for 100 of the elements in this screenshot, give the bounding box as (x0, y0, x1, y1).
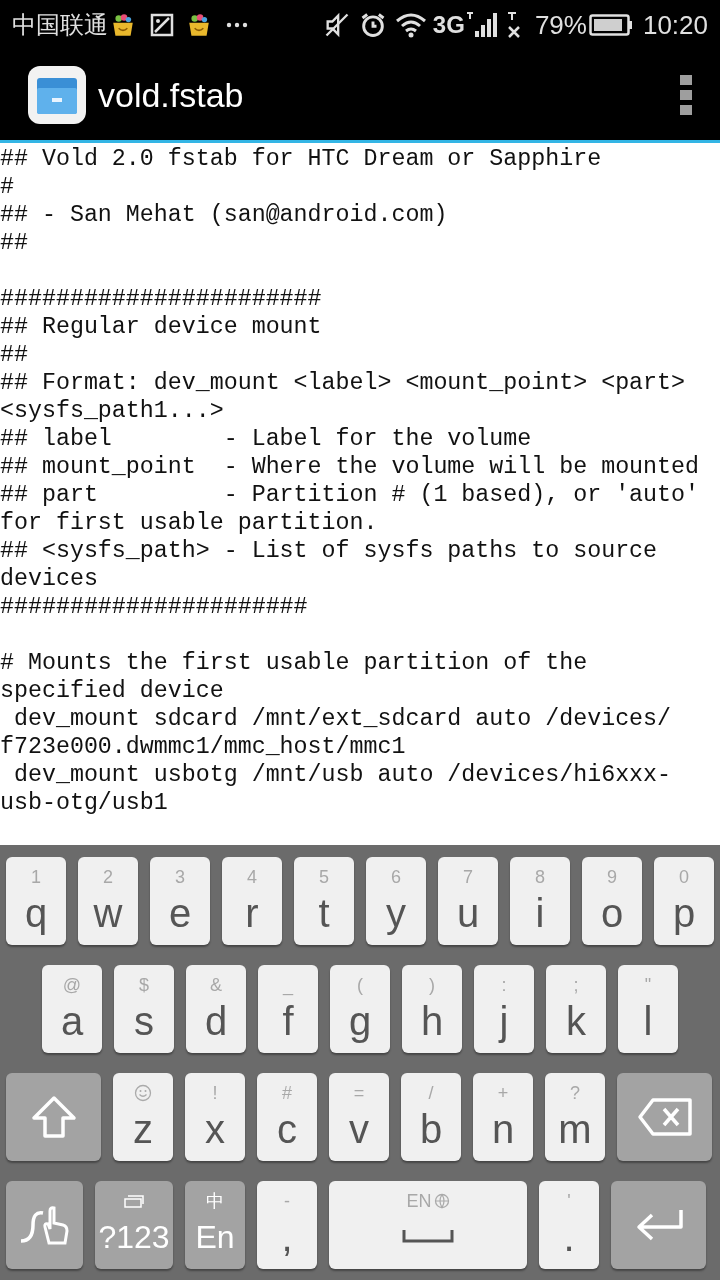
keyboard-key[interactable]: @ a (42, 965, 102, 1053)
key-label: z (133, 1107, 153, 1151)
key-label: i (535, 891, 545, 935)
text-line: ## mount_point - Where the volume will be mounted (0, 453, 700, 481)
key-label: x (205, 1107, 225, 1151)
file-title: vold.fstab (98, 74, 244, 116)
clock-time: 10:20 (642, 8, 708, 42)
text-line: # (0, 173, 14, 201)
space-bar-icon (402, 1229, 454, 1243)
swipe-hand-icon (18, 1203, 71, 1247)
key-hint: 8 (535, 867, 545, 887)
key-label: s (134, 999, 154, 1043)
wifi-icon (394, 12, 427, 38)
battery-percent: 79% (534, 8, 587, 42)
keyboard-key[interactable]: 9 o (582, 857, 642, 945)
keyboard-key[interactable]: 2 w (78, 857, 138, 945)
signal-icon (464, 11, 497, 39)
key-hint: ) (429, 975, 435, 995)
key-hint: 5 (319, 867, 329, 887)
keyboard-key[interactable]: ! x (185, 1073, 245, 1161)
key-label: p (672, 891, 696, 935)
keyboard-key[interactable]: ? m (545, 1073, 605, 1161)
text-line: usb-otg/usb1 (0, 789, 168, 817)
key-hint: 3 (175, 867, 185, 887)
key-label: n (491, 1107, 515, 1151)
key-label: a (60, 999, 84, 1043)
shift-key[interactable] (6, 1073, 101, 1161)
key-hint: & (210, 975, 222, 995)
key-label: u (456, 891, 480, 935)
shift-icon (29, 1095, 78, 1139)
key-hint: EN (406, 1191, 432, 1211)
keyboard-key[interactable]: _ f (258, 965, 318, 1053)
keyboard-key[interactable]: 3 e (150, 857, 210, 945)
key-label: f (282, 999, 294, 1043)
keyboard-key[interactable]: ; k (546, 965, 606, 1053)
key-label: m (558, 1107, 592, 1151)
key-label: y (386, 891, 406, 935)
keyboard-key[interactable]: # c (257, 1073, 317, 1161)
keyboard-key[interactable]: 1 q (6, 857, 66, 945)
text-line: ## Regular device mount (0, 313, 322, 341)
text-line: ## (0, 229, 28, 257)
keyboard-key[interactable]: 5 t (294, 857, 354, 945)
keyboard-key[interactable]: / b (401, 1073, 461, 1161)
key-label: l (643, 999, 653, 1043)
key-label: r (245, 891, 259, 935)
key-hint: @ (62, 975, 82, 995)
text-line: ## - San Mehat (san@android.com) (0, 201, 448, 229)
shopping-bag-icon (186, 12, 212, 38)
key-hint: $ (139, 975, 149, 995)
key-hint: " (644, 975, 652, 995)
text-editor[interactable] (0, 143, 720, 845)
key-label: , (281, 1215, 293, 1259)
keyboard-key[interactable]: z (113, 1073, 173, 1161)
keyboard-key[interactable]: + n (473, 1073, 533, 1161)
key-label: q (24, 891, 48, 935)
keyboard-key[interactable]: ' . (539, 1181, 599, 1269)
text-line: specified device (0, 677, 224, 705)
key-label: t (318, 891, 330, 935)
keyboard-key[interactable]: ) h (402, 965, 462, 1053)
keyboard-key[interactable]: ( g (330, 965, 390, 1053)
text-line: dev_mount sdcard /mnt/ext_sdcard auto /devices/ (12, 705, 672, 733)
key-label: b (419, 1107, 443, 1151)
keyboard-key[interactable]: 8 i (510, 857, 570, 945)
key-hint: ? (570, 1083, 580, 1103)
backspace-key[interactable] (617, 1073, 712, 1161)
keyboard-key[interactable]: 7 u (438, 857, 498, 945)
keyboard-key[interactable]: : j (474, 965, 534, 1053)
battery-icon (588, 14, 633, 36)
key-hint: ! (212, 1083, 218, 1103)
key-label: En (195, 1218, 235, 1257)
key-hint: 9 (607, 867, 617, 887)
network-type: 3G (432, 10, 465, 40)
key-hint: ; (573, 975, 579, 995)
keyboard-key[interactable]: 4 r (222, 857, 282, 945)
key-hint: 7 (463, 867, 473, 887)
shopping-bag-icon (110, 12, 136, 38)
keyboard-key[interactable]: 6 y (366, 857, 426, 945)
key-hint: / (428, 1083, 434, 1103)
file-cabinet-icon[interactable] (28, 66, 86, 124)
keyboard-key[interactable]: 0 p (654, 857, 714, 945)
text-line: f723e000.dwmmc1/mmc_host/mmc1 (0, 733, 406, 761)
key-label: ?123 (98, 1218, 170, 1257)
keyboard-key[interactable]: & d (186, 965, 246, 1053)
key-hint: 6 (391, 867, 401, 887)
key-hint: 中 (206, 1191, 224, 1211)
key-hint: # (282, 1083, 292, 1103)
text-line: ## part - Partition # (1 based), or 'auto' (0, 481, 700, 509)
backspace-icon (636, 1097, 693, 1137)
keyboard-key[interactable]: - , (257, 1181, 317, 1269)
enter-key[interactable] (611, 1181, 706, 1269)
overflow-menu-icon[interactable] (680, 75, 692, 115)
keyboard-key[interactable]: " l (618, 965, 678, 1053)
gesture-key[interactable] (6, 1181, 83, 1269)
text-line: # Mounts the first usable partition of the (0, 649, 588, 677)
smiley-icon (134, 1084, 152, 1102)
key-label: . (563, 1215, 575, 1259)
carrier-name: 中国联通 (12, 10, 108, 40)
key-hint: ' (567, 1191, 571, 1211)
keyboard-key[interactable]: = v (329, 1073, 389, 1161)
keyboard-key[interactable]: $ s (114, 965, 174, 1053)
